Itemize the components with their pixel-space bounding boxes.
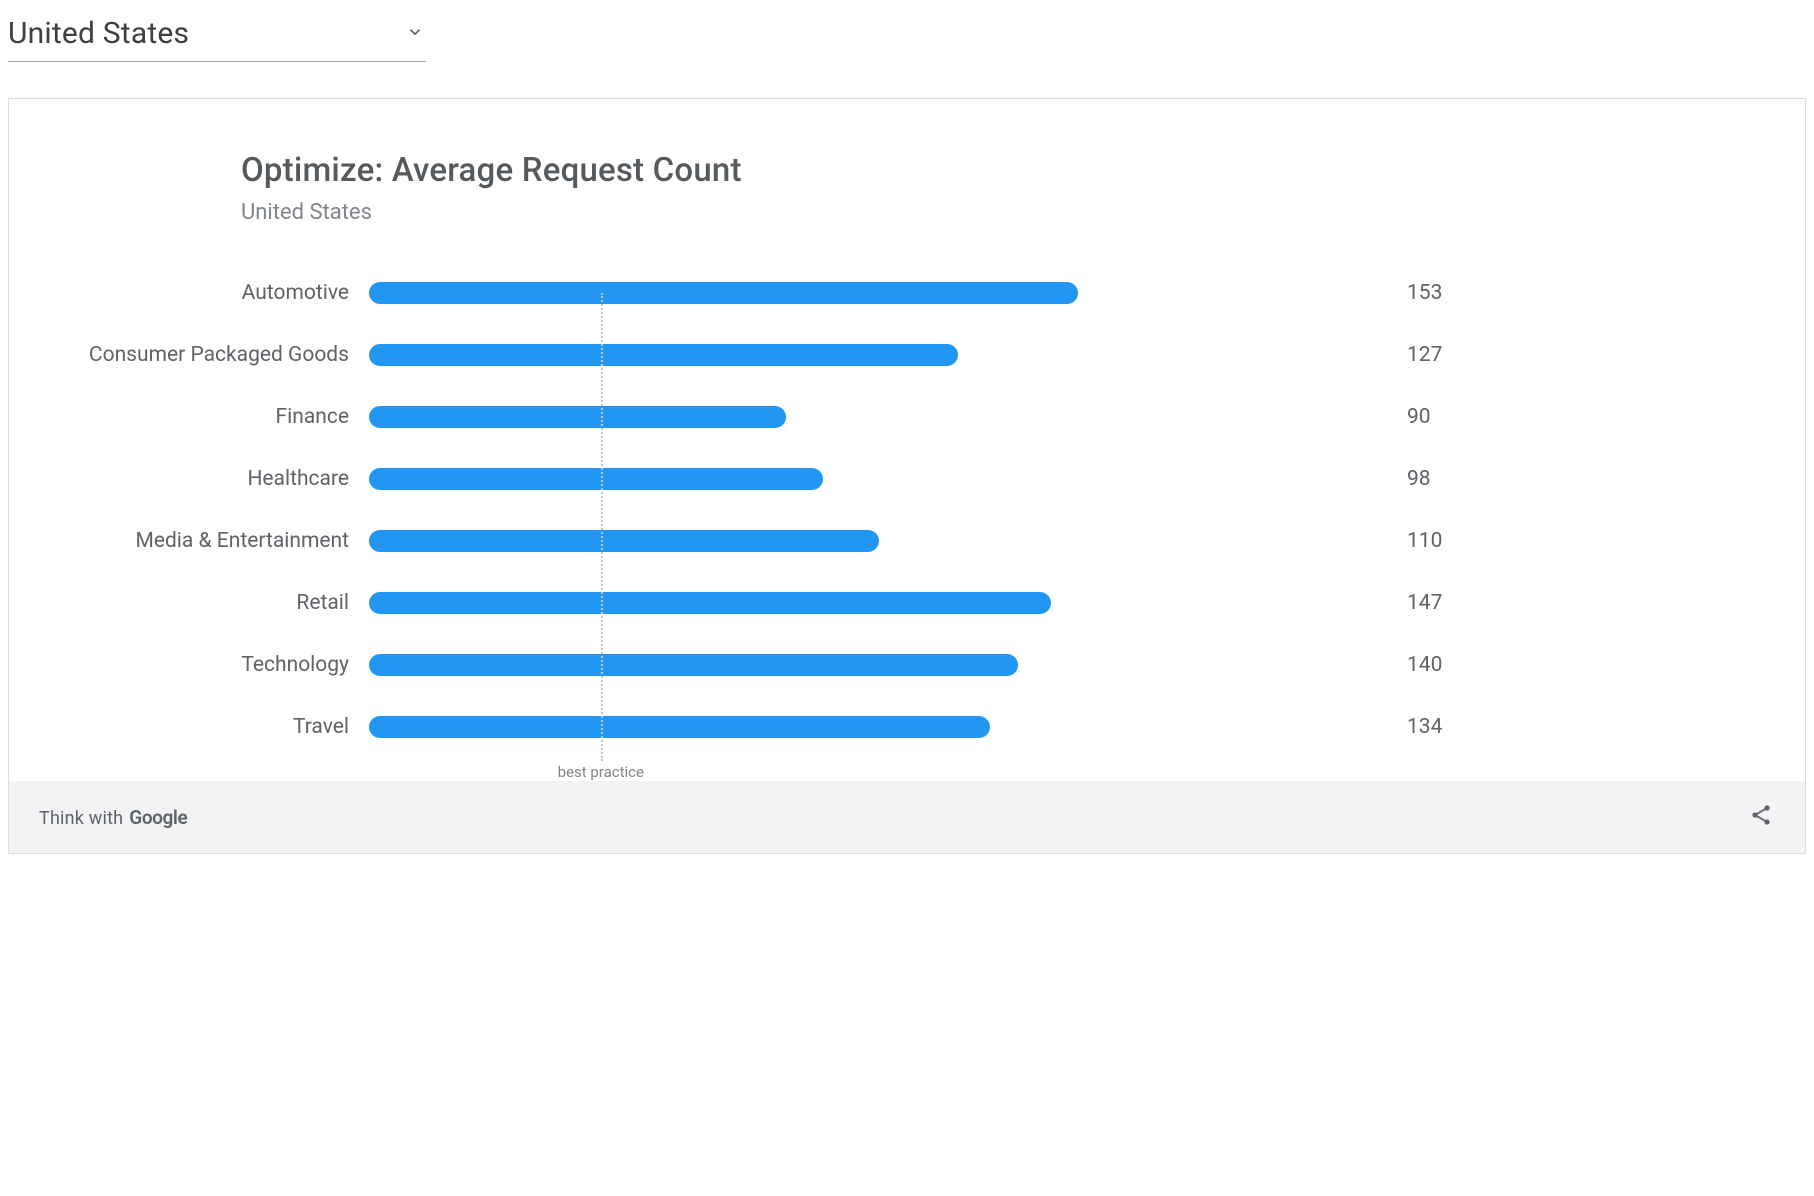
chart-card: Optimize: Average Request Count United S… bbox=[8, 98, 1806, 854]
category-label: Retail bbox=[79, 590, 369, 616]
google-logo-text: Google bbox=[129, 806, 187, 829]
country-dropdown-label: United States bbox=[8, 16, 189, 51]
bar-value: 110 bbox=[1389, 529, 1442, 553]
card-footer: Think with Google bbox=[9, 781, 1805, 853]
bar bbox=[369, 592, 1051, 614]
bar-value: 140 bbox=[1389, 653, 1442, 677]
attribution-prefix: Think with bbox=[39, 808, 123, 829]
bar bbox=[369, 406, 786, 428]
bar-value: 153 bbox=[1389, 281, 1442, 305]
best-practice-line bbox=[601, 293, 603, 761]
bar-track bbox=[369, 530, 1389, 552]
bar bbox=[369, 282, 1078, 304]
best-practice-label: best practice bbox=[558, 763, 644, 781]
share-button[interactable] bbox=[1747, 803, 1775, 831]
chevron-down-icon bbox=[406, 23, 424, 45]
bar-value: 134 bbox=[1389, 715, 1442, 739]
attribution-text: Think with Google bbox=[39, 806, 187, 829]
bar-value: 98 bbox=[1389, 467, 1431, 491]
chart-title: Optimize: Average Request Count bbox=[241, 151, 1735, 190]
bar-track bbox=[369, 716, 1389, 738]
country-dropdown[interactable]: United States bbox=[8, 10, 426, 62]
bar-track bbox=[369, 282, 1389, 304]
chart-row: Retail 147 bbox=[79, 575, 1735, 631]
chart-row: Automotive 153 bbox=[79, 265, 1735, 321]
chart-row: Media & Entertainment 110 bbox=[79, 513, 1735, 569]
chart-row: Travel 134 bbox=[79, 699, 1735, 755]
share-icon bbox=[1749, 803, 1773, 831]
bar-track bbox=[369, 468, 1389, 490]
chart-row: Technology 140 bbox=[79, 637, 1735, 693]
bar-track bbox=[369, 654, 1389, 676]
chart-subtitle: United States bbox=[241, 200, 1735, 225]
category-label: Healthcare bbox=[79, 466, 369, 492]
chart-row: Healthcare 98 bbox=[79, 451, 1735, 507]
bar bbox=[369, 344, 958, 366]
category-label: Consumer Packaged Goods bbox=[79, 342, 369, 368]
bar-track bbox=[369, 592, 1389, 614]
bar-track bbox=[369, 344, 1389, 366]
category-label: Media & Entertainment bbox=[79, 528, 369, 554]
bar bbox=[369, 654, 1018, 676]
category-label: Technology bbox=[79, 652, 369, 678]
bar-value: 147 bbox=[1389, 591, 1442, 615]
bar-value: 90 bbox=[1389, 405, 1431, 429]
chart-row: Finance 90 bbox=[79, 389, 1735, 445]
category-label: Automotive bbox=[79, 280, 369, 306]
bar bbox=[369, 468, 823, 490]
chart-rows: Automotive 153 Consumer Packaged Goods 127 F… bbox=[79, 265, 1735, 755]
bar-value: 127 bbox=[1389, 343, 1442, 367]
bar bbox=[369, 716, 990, 738]
chart-row: Consumer Packaged Goods 127 bbox=[79, 327, 1735, 383]
category-label: Travel bbox=[79, 714, 369, 740]
bar bbox=[369, 530, 879, 552]
category-label: Finance bbox=[79, 404, 369, 430]
bar-track bbox=[369, 406, 1389, 428]
